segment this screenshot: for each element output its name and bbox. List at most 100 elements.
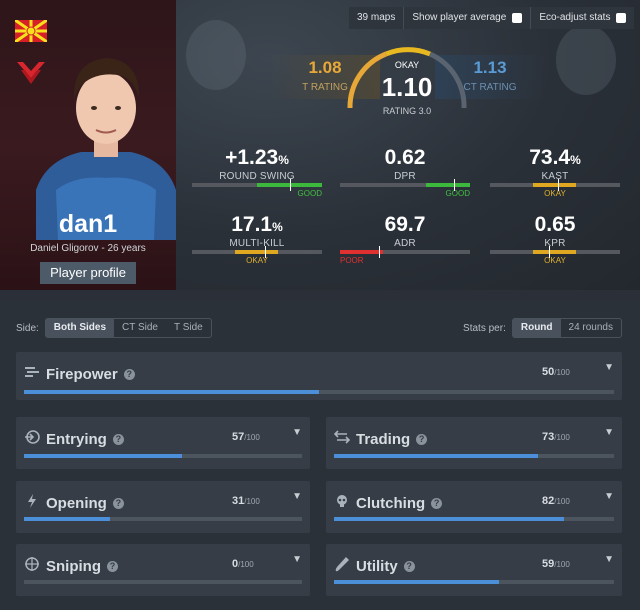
stat-value: 17.1% bbox=[231, 213, 283, 236]
category-header: Sniping? bbox=[24, 556, 118, 577]
category-card-firepower[interactable]: Firepower? 50/100 ▼ bbox=[16, 352, 622, 400]
macedonia-flag-icon bbox=[15, 20, 47, 42]
category-card-clutching[interactable]: Clutching? 82/100 ▼ bbox=[326, 481, 622, 533]
category-title: Trading bbox=[356, 431, 411, 448]
opening-icon bbox=[24, 493, 40, 514]
category-card-entrying[interactable]: Entrying? 57/100 ▼ bbox=[16, 417, 310, 469]
category-progress-fill bbox=[24, 517, 111, 521]
chevron-down-icon[interactable]: ▼ bbox=[292, 491, 302, 502]
stat-multi-kill: 17.1% MULTI-KILL OKAY bbox=[192, 213, 322, 277]
category-score: 31/100 bbox=[232, 495, 260, 507]
category-progress-bar bbox=[334, 454, 614, 458]
stat-quality-bar bbox=[490, 246, 620, 258]
background-figure bbox=[186, 20, 246, 90]
stat-value: +1.23% bbox=[225, 146, 289, 169]
chevron-down-icon[interactable]: ▼ bbox=[292, 554, 302, 565]
category-title: Firepower bbox=[46, 366, 118, 383]
help-icon[interactable]: ? bbox=[107, 561, 118, 572]
stat-marker bbox=[379, 246, 380, 258]
help-icon[interactable]: ? bbox=[112, 498, 124, 509]
maps-count: 39 maps bbox=[349, 7, 403, 29]
chevron-down-icon[interactable]: ▼ bbox=[604, 362, 614, 373]
category-header: Entrying? bbox=[24, 429, 124, 450]
player-nickname: dan1 bbox=[58, 210, 118, 238]
category-progress-fill bbox=[334, 517, 564, 521]
eco-adjust-label: Eco-adjust stats bbox=[539, 12, 611, 23]
stat-quality-fill bbox=[532, 183, 576, 187]
category-score: 59/100 bbox=[542, 558, 570, 570]
category-score: 50/100 bbox=[542, 366, 570, 378]
stat-quality-label: POOR bbox=[340, 256, 364, 265]
firepower-icon bbox=[24, 364, 40, 385]
stat-quality-label: GOOD bbox=[297, 189, 322, 198]
trading-icon bbox=[333, 429, 351, 450]
category-header: Utility? bbox=[334, 556, 415, 577]
stats-per-segmented-control: Round 24 rounds bbox=[511, 318, 622, 338]
stats-per-label: Stats per: bbox=[463, 322, 506, 334]
stat-kpr: 0.65 KPR OKAY bbox=[490, 213, 620, 277]
stat-kast: 73.4% KAST OKAY bbox=[490, 146, 620, 210]
category-card-opening[interactable]: Opening? 31/100 ▼ bbox=[16, 481, 310, 533]
category-header: Firepower? bbox=[24, 364, 135, 385]
chevron-down-icon[interactable]: ▼ bbox=[604, 427, 614, 438]
category-progress-bar bbox=[24, 580, 302, 584]
category-progress-bar bbox=[24, 454, 302, 458]
show-average-toggle[interactable]: Show player average bbox=[403, 7, 530, 29]
help-icon[interactable]: ? bbox=[431, 498, 443, 509]
eco-adjust-toggle[interactable]: Eco-adjust stats bbox=[530, 7, 634, 29]
stat-name: KPR bbox=[544, 238, 566, 249]
top-controls: 39 maps Show player average Eco-adjust s… bbox=[349, 7, 635, 29]
chevron-down-icon[interactable]: ▼ bbox=[604, 491, 614, 502]
stat-quality-fill bbox=[234, 250, 278, 254]
category-card-utility[interactable]: Utility? 59/100 ▼ bbox=[326, 544, 622, 596]
stat-quality-bar bbox=[340, 246, 470, 258]
player-hero: dan1 Daniel Gligorov - 26 years Player p… bbox=[0, 0, 640, 290]
help-icon[interactable]: ? bbox=[403, 561, 415, 572]
category-card-sniping[interactable]: Sniping? 0/100 ▼ bbox=[16, 544, 310, 596]
stat-value: 0.65 bbox=[534, 213, 576, 236]
per-option-round[interactable]: Round bbox=[512, 319, 561, 337]
stat-quality-fill bbox=[340, 250, 383, 254]
stat-value: 0.62 bbox=[384, 146, 426, 169]
entry-icon bbox=[24, 429, 40, 450]
clutching-icon bbox=[334, 493, 350, 514]
stat-quality-bar bbox=[192, 179, 322, 191]
show-average-label: Show player average bbox=[412, 12, 507, 23]
chevron-down-icon[interactable]: ▼ bbox=[292, 427, 302, 438]
side-option-both[interactable]: Both Sides bbox=[45, 319, 115, 337]
show-average-checkbox[interactable] bbox=[512, 13, 523, 23]
category-progress-fill bbox=[24, 454, 183, 458]
stat-name: ADR bbox=[394, 238, 416, 249]
help-icon[interactable]: ? bbox=[416, 434, 428, 445]
chevron-down-icon[interactable]: ▼ bbox=[604, 554, 614, 565]
category-header: Clutching? bbox=[334, 493, 443, 514]
category-card-trading[interactable]: Trading? 73/100 ▼ bbox=[326, 417, 622, 469]
category-progress-fill bbox=[334, 580, 500, 584]
per-option-24-rounds[interactable]: 24 rounds bbox=[561, 319, 621, 337]
category-title: Opening bbox=[46, 495, 107, 512]
stat-adr: 69.7 ADR POOR bbox=[340, 213, 470, 277]
side-option-ct[interactable]: CT Side bbox=[114, 319, 166, 337]
stat-name: KAST bbox=[541, 171, 569, 182]
stat-round-swing: +1.23% ROUND SWING GOOD bbox=[192, 146, 322, 210]
category-header: Trading? bbox=[333, 429, 428, 450]
stat-marker bbox=[289, 179, 291, 191]
side-option-t[interactable]: T Side bbox=[166, 319, 211, 337]
help-icon[interactable]: ? bbox=[112, 434, 124, 445]
help-icon[interactable]: ? bbox=[123, 369, 135, 380]
category-progress-fill bbox=[24, 390, 319, 394]
stat-marker bbox=[557, 179, 559, 191]
overall-rating-label: RATING 3.0 bbox=[382, 106, 432, 116]
stat-quality-fill bbox=[532, 250, 576, 254]
category-title: Entrying bbox=[46, 431, 107, 448]
stat-name: ROUND SWING bbox=[219, 171, 295, 182]
player-profile-button[interactable]: Player profile bbox=[40, 262, 136, 284]
overall-rating-value: 1.10 bbox=[381, 72, 433, 102]
crosshair-icon bbox=[24, 556, 40, 577]
stat-quality-label: OKAY bbox=[544, 189, 566, 198]
eco-adjust-checkbox[interactable] bbox=[616, 13, 627, 23]
stat-quality-label: GOOD bbox=[445, 189, 470, 198]
category-score: 0/100 bbox=[232, 558, 254, 570]
stat-name: DPR bbox=[394, 171, 416, 182]
category-progress-bar bbox=[24, 517, 302, 521]
